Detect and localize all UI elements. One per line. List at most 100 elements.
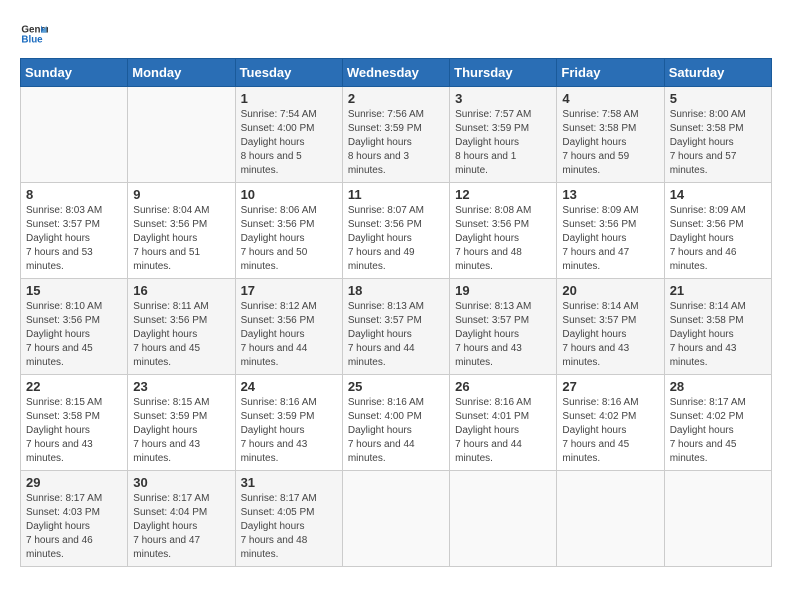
day-info: Sunrise: 8:17 AMSunset: 4:05 PMDaylight …	[241, 492, 337, 562]
day-number: 1	[241, 91, 337, 106]
calendar-cell: 20Sunrise: 8:14 AMSunset: 3:57 PMDayligh…	[557, 279, 664, 375]
calendar-cell: 23Sunrise: 8:15 AMSunset: 3:59 PMDayligh…	[128, 375, 235, 471]
calendar-cell	[557, 471, 664, 567]
header-sunday: Sunday	[21, 59, 128, 87]
day-number: 23	[133, 379, 229, 394]
day-number: 3	[455, 91, 551, 106]
day-number: 8	[26, 187, 122, 202]
day-info: Sunrise: 8:15 AMSunset: 3:58 PMDaylight …	[26, 396, 122, 466]
day-info: Sunrise: 8:07 AMSunset: 3:56 PMDaylight …	[348, 204, 444, 274]
day-info: Sunrise: 7:58 AMSunset: 3:58 PMDaylight …	[562, 108, 658, 178]
calendar-cell: 9 Sunrise: 8:04 AMSunset: 3:56 PMDaylight…	[128, 183, 235, 279]
day-number: 31	[241, 475, 337, 490]
calendar-cell: 5 Sunrise: 8:00 AMSunset: 3:58 PMDaylight…	[664, 87, 771, 183]
calendar-week-row: 29Sunrise: 8:17 AMSunset: 4:03 PMDayligh…	[21, 471, 772, 567]
calendar-cell: 19 Sunrise: 8:13 AMSunset: 3:57 PMDayligh…	[450, 279, 557, 375]
calendar-cell: 11 Sunrise: 8:07 AMSunset: 3:56 PMDayligh…	[342, 183, 449, 279]
day-number: 13	[562, 187, 658, 202]
day-number: 27	[562, 379, 658, 394]
day-info: Sunrise: 8:11 AMSunset: 3:56 PMDaylight …	[133, 300, 229, 370]
day-info: Sunrise: 8:13 AMSunset: 3:57 PMDaylight …	[348, 300, 444, 370]
calendar-table: SundayMondayTuesdayWednesdayThursdayFrid…	[20, 58, 772, 567]
day-info: Sunrise: 7:54 AMSunset: 4:00 PMDaylight …	[241, 108, 337, 178]
day-number: 19	[455, 283, 551, 298]
day-info: Sunrise: 8:16 AMSunset: 4:01 PMDaylight …	[455, 396, 551, 466]
day-number: 5	[670, 91, 766, 106]
calendar-cell: 31 Sunrise: 8:17 AMSunset: 4:05 PMDayligh…	[235, 471, 342, 567]
calendar-cell: 14 Sunrise: 8:09 AMSunset: 3:56 PMDayligh…	[664, 183, 771, 279]
day-info: Sunrise: 8:17 AMSunset: 4:02 PMDaylight …	[670, 396, 766, 466]
calendar-cell	[21, 87, 128, 183]
calendar-cell: 18 Sunrise: 8:13 AMSunset: 3:57 PMDayligh…	[342, 279, 449, 375]
svg-text:Blue: Blue	[21, 34, 43, 45]
calendar-cell: 17 Sunrise: 8:12 AMSunset: 3:56 PMDayligh…	[235, 279, 342, 375]
calendar-cell: 26 Sunrise: 8:16 AMSunset: 4:01 PMDayligh…	[450, 375, 557, 471]
day-number: 26	[455, 379, 551, 394]
day-number: 17	[241, 283, 337, 298]
day-info: Sunrise: 8:14 AMSunset: 3:58 PMDaylight …	[670, 300, 766, 370]
calendar-cell: 28 Sunrise: 8:17 AMSunset: 4:02 PMDayligh…	[664, 375, 771, 471]
day-info: Sunrise: 8:17 AMSunset: 4:03 PMDaylight …	[26, 492, 122, 562]
calendar-cell: 24Sunrise: 8:16 AMSunset: 3:59 PMDayligh…	[235, 375, 342, 471]
day-number: 16	[133, 283, 229, 298]
calendar-cell: 3 Sunrise: 7:57 AMSunset: 3:59 PMDaylight…	[450, 87, 557, 183]
day-info: Sunrise: 7:57 AMSunset: 3:59 PMDaylight …	[455, 108, 551, 178]
header-thursday: Thursday	[450, 59, 557, 87]
header-friday: Friday	[557, 59, 664, 87]
day-number: 4	[562, 91, 658, 106]
day-number: 25	[348, 379, 444, 394]
day-number: 24	[241, 379, 337, 394]
calendar-cell	[128, 87, 235, 183]
calendar-cell: 1 Sunrise: 7:54 AMSunset: 4:00 PMDaylight…	[235, 87, 342, 183]
day-number: 15	[26, 283, 122, 298]
day-info: Sunrise: 8:03 AMSunset: 3:57 PMDaylight …	[26, 204, 122, 274]
day-number: 30	[133, 475, 229, 490]
day-info: Sunrise: 8:04 AMSunset: 3:56 PMDaylight …	[133, 204, 229, 274]
day-number: 21	[670, 283, 766, 298]
calendar-cell	[450, 471, 557, 567]
day-info: Sunrise: 8:10 AMSunset: 3:56 PMDaylight …	[26, 300, 122, 370]
calendar-cell: 12Sunrise: 8:08 AMSunset: 3:56 PMDayligh…	[450, 183, 557, 279]
day-info: Sunrise: 8:09 AMSunset: 3:56 PMDaylight …	[670, 204, 766, 274]
calendar-cell: 30 Sunrise: 8:17 AMSunset: 4:04 PMDayligh…	[128, 471, 235, 567]
day-info: Sunrise: 8:09 AMSunset: 3:56 PMDaylight …	[562, 204, 658, 274]
day-number: 10	[241, 187, 337, 202]
calendar-cell: 15 Sunrise: 8:10 AMSunset: 3:56 PMDayligh…	[21, 279, 128, 375]
header-saturday: Saturday	[664, 59, 771, 87]
calendar-week-row: 8 Sunrise: 8:03 AMSunset: 3:57 PMDaylight…	[21, 183, 772, 279]
day-info: Sunrise: 8:00 AMSunset: 3:58 PMDaylight …	[670, 108, 766, 178]
header-monday: Monday	[128, 59, 235, 87]
calendar-cell: 29Sunrise: 8:17 AMSunset: 4:03 PMDayligh…	[21, 471, 128, 567]
day-info: Sunrise: 8:06 AMSunset: 3:56 PMDaylight …	[241, 204, 337, 274]
day-info: Sunrise: 8:13 AMSunset: 3:57 PMDaylight …	[455, 300, 551, 370]
day-number: 14	[670, 187, 766, 202]
calendar-cell: 13 Sunrise: 8:09 AMSunset: 3:56 PMDayligh…	[557, 183, 664, 279]
calendar-cell: 27 Sunrise: 8:16 AMSunset: 4:02 PMDayligh…	[557, 375, 664, 471]
logo: General Blue	[20, 20, 52, 48]
calendar-week-row: 1 Sunrise: 7:54 AMSunset: 4:00 PMDaylight…	[21, 87, 772, 183]
day-number: 11	[348, 187, 444, 202]
calendar-cell: 16 Sunrise: 8:11 AMSunset: 3:56 PMDayligh…	[128, 279, 235, 375]
header-tuesday: Tuesday	[235, 59, 342, 87]
calendar-cell: 2Sunrise: 7:56 AMSunset: 3:59 PMDaylight…	[342, 87, 449, 183]
calendar-week-row: 22Sunrise: 8:15 AMSunset: 3:58 PMDayligh…	[21, 375, 772, 471]
header: General Blue	[20, 20, 772, 48]
calendar-cell: 22Sunrise: 8:15 AMSunset: 3:58 PMDayligh…	[21, 375, 128, 471]
calendar-cell	[664, 471, 771, 567]
calendar-cell: 8 Sunrise: 8:03 AMSunset: 3:57 PMDaylight…	[21, 183, 128, 279]
day-info: Sunrise: 8:08 AMSunset: 3:56 PMDaylight …	[455, 204, 551, 274]
day-info: Sunrise: 8:17 AMSunset: 4:04 PMDaylight …	[133, 492, 229, 562]
day-info: Sunrise: 8:16 AMSunset: 4:02 PMDaylight …	[562, 396, 658, 466]
calendar-cell: 4 Sunrise: 7:58 AMSunset: 3:58 PMDaylight…	[557, 87, 664, 183]
calendar-header-row: SundayMondayTuesdayWednesdayThursdayFrid…	[21, 59, 772, 87]
day-number: 18	[348, 283, 444, 298]
calendar-cell: 21 Sunrise: 8:14 AMSunset: 3:58 PMDayligh…	[664, 279, 771, 375]
day-number: 2	[348, 91, 444, 106]
calendar-cell: 10 Sunrise: 8:06 AMSunset: 3:56 PMDayligh…	[235, 183, 342, 279]
day-number: 28	[670, 379, 766, 394]
logo-icon: General Blue	[20, 20, 48, 48]
day-number: 20	[562, 283, 658, 298]
day-number: 9	[133, 187, 229, 202]
day-info: Sunrise: 8:16 AMSunset: 4:00 PMDaylight …	[348, 396, 444, 466]
day-info: Sunrise: 8:12 AMSunset: 3:56 PMDaylight …	[241, 300, 337, 370]
